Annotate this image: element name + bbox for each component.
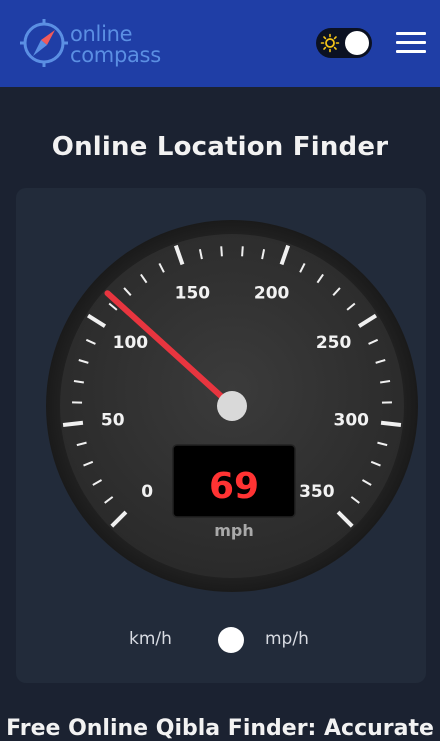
sun-icon (320, 33, 340, 53)
section-heading: Free Online Qibla Finder: Accurate (0, 716, 440, 741)
page-title: Online Location Finder (0, 132, 440, 162)
major-tick (381, 423, 401, 425)
needle-hub (217, 391, 247, 421)
unit-mph-label[interactable]: mp/h (265, 629, 309, 649)
speed-readout: 69 (209, 466, 259, 507)
theme-toggle[interactable] (316, 28, 372, 58)
tick-label-350: 350 (299, 482, 335, 502)
tick-label-50: 50 (101, 410, 125, 430)
speedometer-gauge: 0 50 100 150 200 250 300 350 69 mph (42, 216, 422, 596)
tick-label-250: 250 (316, 333, 352, 353)
unit-kmh-label[interactable]: km/h (129, 629, 172, 649)
logo-wordmark[interactable]: online compass (70, 24, 161, 66)
logo-line-online: online (70, 24, 161, 45)
compass-icon[interactable] (18, 17, 70, 69)
unit-toggle[interactable] (202, 626, 258, 654)
speed-unit-label: mph (214, 521, 254, 540)
theme-toggle-knob (345, 31, 369, 55)
tick-label-200: 200 (254, 284, 290, 304)
minor-tick (242, 246, 243, 256)
unit-switch-row: km/h mp/h (0, 626, 440, 656)
tick-label-100: 100 (113, 333, 149, 353)
tick-label-300: 300 (333, 410, 369, 430)
site-header: online compass (0, 0, 440, 87)
minor-tick (221, 246, 222, 256)
unit-toggle-knob (218, 627, 244, 653)
hamburger-menu-icon[interactable] (396, 32, 426, 54)
major-tick (63, 423, 83, 425)
tick-label-150: 150 (175, 284, 211, 304)
logo-line-compass: compass (70, 45, 161, 66)
tick-label-0: 0 (141, 482, 153, 502)
